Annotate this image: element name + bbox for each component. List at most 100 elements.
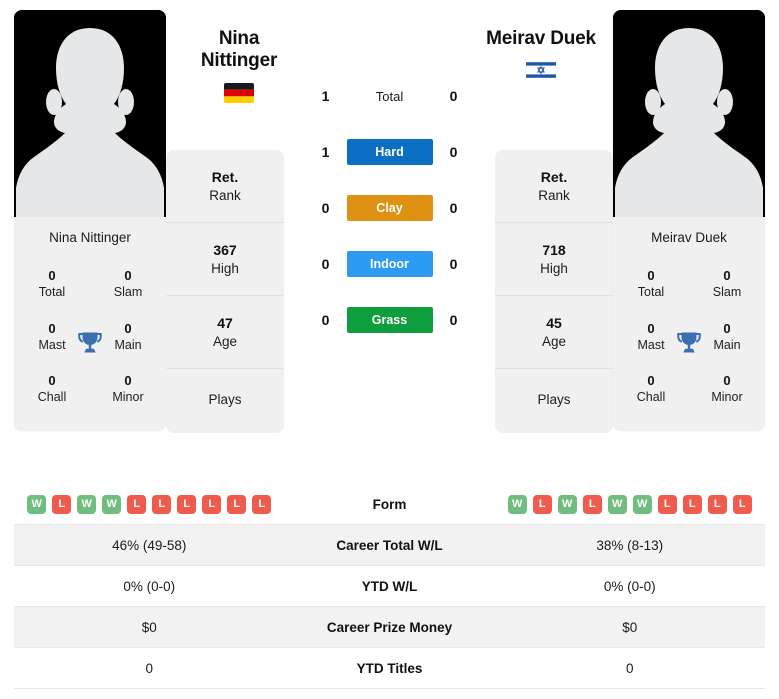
career-total-wl-right: 38% (8-13) <box>596 537 664 553</box>
stat-column-left: Ret. Rank 367 High 47 Age Plays <box>166 150 284 433</box>
surface-row-indoor: 0 Indoor 0 <box>284 236 495 292</box>
surface-row-hard: 1 Hard 0 <box>284 124 495 180</box>
form-badge-l[interactable]: L <box>227 494 247 514</box>
stat-high-label-right: High <box>540 261 568 276</box>
surface-score-right-clay: 0 <box>449 200 458 216</box>
form-badge-w[interactable]: W <box>632 494 652 514</box>
surface-score-left-total: 1 <box>321 88 330 104</box>
player-name-left: Nina Nittinger <box>14 217 166 259</box>
stat-high-value-left: 367 <box>213 242 237 259</box>
ytd-wl-left: 0% (0-0) <box>123 578 176 594</box>
ytd-titles-right: 0 <box>625 660 634 676</box>
surface-label-hard: Hard <box>346 139 433 165</box>
titles-slam-left: 0 Slam <box>90 259 166 312</box>
stat-high-value-right: 718 <box>542 242 566 259</box>
player-headline-right: Meirav Duek <box>482 28 600 81</box>
form-badge-l[interactable]: L <box>682 494 702 514</box>
form-badge-l[interactable]: L <box>582 494 602 514</box>
stat-rank-value-left: Ret. <box>211 169 239 185</box>
table-row-form: WLWWLLLLLL Form WLWLWWLLLL <box>14 484 765 525</box>
surface-score-right-grass: 0 <box>449 312 458 328</box>
surface-label-grass: Grass <box>346 307 433 333</box>
titles-chall-value-left: 0 <box>48 373 56 388</box>
titles-grid-right: 0 Total 0 Slam 0 Mast 0 Main 0 Chall 0 M… <box>613 259 765 431</box>
surface-score-right-indoor: 0 <box>449 256 458 272</box>
career-prize-money-right: $0 <box>622 619 638 635</box>
player-headline-left-line2: Nittinger <box>200 50 278 72</box>
surface-comparison: 1 Total 0 1 Hard 0 0 Clay 0 0 Indoor 0 0 <box>284 68 495 348</box>
trophy-icon <box>677 332 701 353</box>
form-badge-w[interactable]: W <box>102 494 122 514</box>
form-badges-left: WLWWLLLLLL <box>14 494 285 514</box>
surface-score-right-total: 0 <box>449 88 458 104</box>
surface-score-left-hard: 1 <box>321 144 330 160</box>
surface-label-total: Total <box>375 88 404 104</box>
stat-high-right: 718 High <box>495 223 613 297</box>
form-cell-right: WLWLWWLLLL <box>495 494 766 514</box>
form-badge-l[interactable]: L <box>202 494 222 514</box>
player-card-right[interactable]: Meirav Duek 0 Total 0 Slam 0 Mast 0 Main <box>613 10 765 431</box>
comparison-header: Nina Nittinger 0 Total 0 Slam 0 Mast 0 M… <box>0 0 779 480</box>
form-badge-w[interactable]: W <box>557 494 577 514</box>
stat-age-left: 47 Age <box>166 296 284 370</box>
table-row-ytd-titles: 0 YTD Titles 0 <box>14 648 765 689</box>
player-comparison-page: Nina Nittinger 0 Total 0 Slam 0 Mast 0 M… <box>0 0 779 699</box>
stats-table: WLWWLLLLLL Form WLWLWWLLLL 46% (49-58) C… <box>14 484 765 689</box>
form-badges-right: WLWLWWLLLL <box>495 494 766 514</box>
form-badge-l[interactable]: L <box>732 494 752 514</box>
titles-total-left: 0 Total <box>14 259 90 312</box>
form-badge-l[interactable]: L <box>127 494 147 514</box>
stat-age-value-left: 47 <box>217 315 233 332</box>
ytd-wl-right: 0% (0-0) <box>603 578 656 594</box>
form-badge-l[interactable]: L <box>707 494 727 514</box>
titles-total-right: 0 Total <box>613 259 689 312</box>
stat-age-value-right: 45 <box>546 315 562 332</box>
form-badge-w[interactable]: W <box>607 494 627 514</box>
player-headline-left-line1: Nina <box>218 28 260 49</box>
stat-plays-label-right: Plays <box>537 392 571 408</box>
table-label-ytd-titles: YTD Titles <box>356 660 423 676</box>
form-badge-w[interactable]: W <box>27 494 47 514</box>
titles-minor-left: 0 Minor <box>90 364 166 417</box>
titles-chall-label-left: Chall <box>37 390 67 405</box>
form-badge-l[interactable]: L <box>152 494 172 514</box>
surface-score-right-hard: 0 <box>449 144 458 160</box>
form-badge-w[interactable]: W <box>507 494 527 514</box>
form-badge-l[interactable]: L <box>532 494 552 514</box>
titles-total-value-left: 0 <box>48 268 56 283</box>
career-prize-money-left: $0 <box>141 619 157 635</box>
form-badge-l[interactable]: L <box>252 494 272 514</box>
form-badge-l[interactable]: L <box>52 494 72 514</box>
trophy-icon <box>78 332 102 353</box>
titles-slam-label-right: Slam <box>712 285 742 300</box>
form-badge-l[interactable]: L <box>657 494 677 514</box>
titles-slam-value-left: 0 <box>124 268 132 283</box>
titles-chall-right: 0 Chall <box>613 364 689 417</box>
titles-slam-label-left: Slam <box>113 285 143 300</box>
surface-label-indoor: Indoor <box>346 251 433 277</box>
stat-rank-left: Ret. Rank <box>166 150 284 224</box>
titles-chall-left: 0 Chall <box>14 364 90 417</box>
stat-rank-label-right: Rank <box>538 187 570 203</box>
titles-minor-right: 0 Minor <box>689 364 765 417</box>
player-headline-right-line1: Meirav Duek <box>486 28 596 49</box>
player-card-left[interactable]: Nina Nittinger 0 Total 0 Slam 0 Mast 0 M… <box>14 10 166 431</box>
stat-age-label-right: Age <box>541 334 567 350</box>
titles-minor-value-left: 0 <box>124 373 132 388</box>
flag-germany-icon <box>224 82 254 103</box>
form-badge-w[interactable]: W <box>77 494 97 514</box>
table-label-career-total-wl: Career Total W/L <box>336 537 443 553</box>
titles-minor-value-right: 0 <box>723 373 731 388</box>
surface-score-left-indoor: 0 <box>321 256 330 272</box>
player-name-right: Meirav Duek <box>613 217 765 259</box>
table-row-career-total-wl: 46% (49-58) Career Total W/L 38% (8-13) <box>14 525 765 566</box>
titles-chall-label-right: Chall <box>636 390 666 405</box>
titles-total-label-right: Total <box>637 285 665 300</box>
flag-israel-icon <box>526 60 556 81</box>
stat-plays-left: Plays <box>166 369 284 432</box>
stat-plays-right: Plays <box>495 369 613 432</box>
titles-slam-value-right: 0 <box>723 268 731 283</box>
stat-rank-right: Ret. Rank <box>495 150 613 224</box>
form-badge-l[interactable]: L <box>177 494 197 514</box>
titles-total-value-right: 0 <box>647 268 655 283</box>
